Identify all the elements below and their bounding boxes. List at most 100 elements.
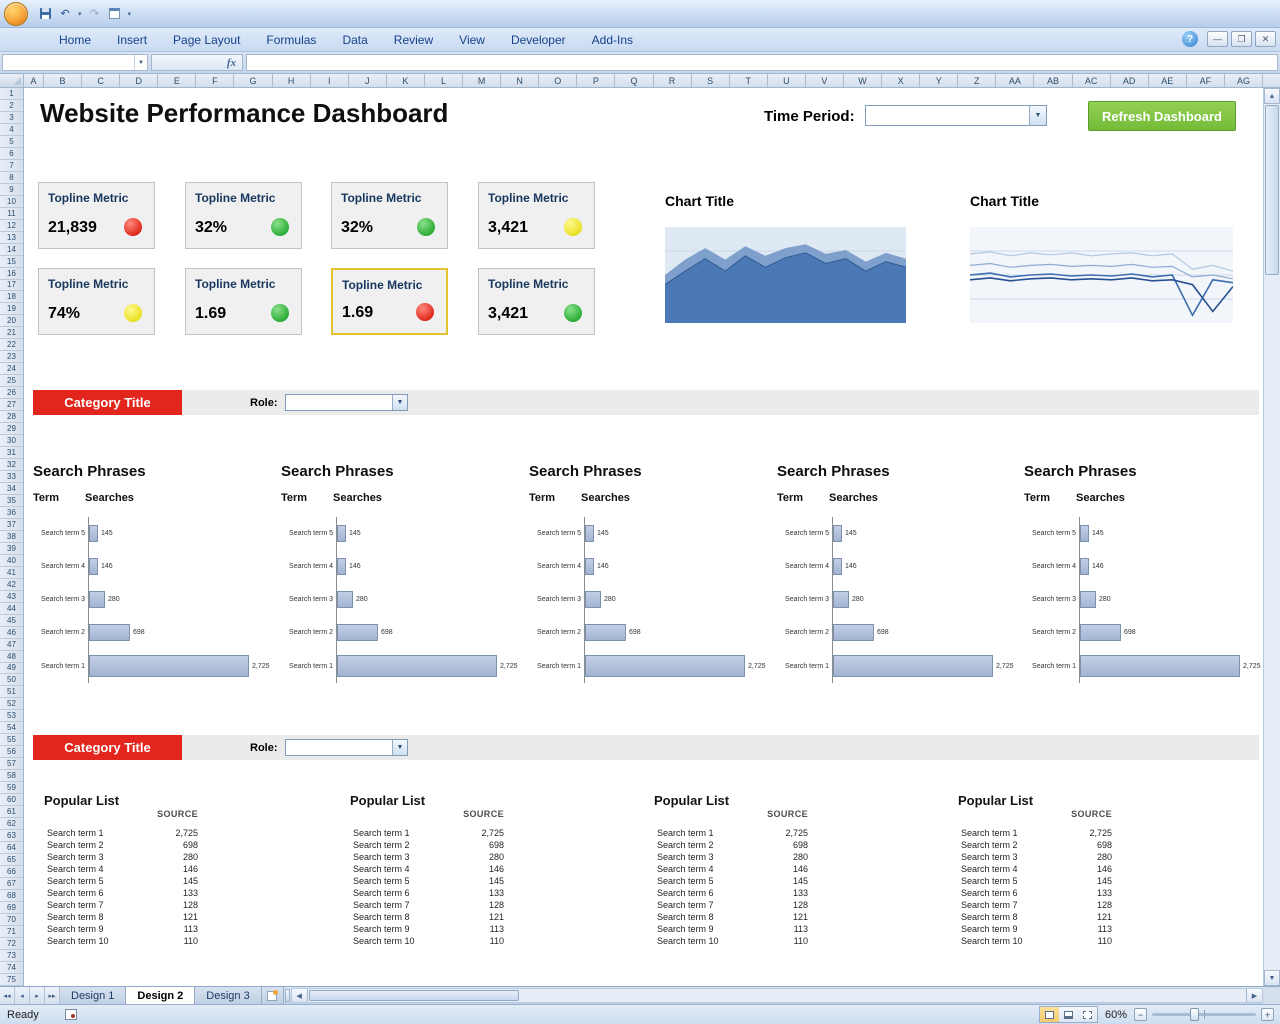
search-term-bar[interactable] [89, 591, 105, 608]
row-header[interactable]: 30 [0, 435, 23, 447]
row-header[interactable]: 44 [0, 603, 23, 615]
topline-metric-card[interactable]: Topline Metric32% [185, 182, 302, 249]
column-header[interactable]: B [44, 74, 82, 87]
column-header[interactable]: AB [1034, 74, 1072, 87]
record-macro-button[interactable] [65, 1009, 77, 1020]
row-header[interactable]: 6 [0, 148, 23, 160]
zoom-in-button[interactable]: + [1261, 1008, 1274, 1021]
previous-sheet-button[interactable]: ◂ [15, 987, 30, 1004]
row-header[interactable]: 34 [0, 483, 23, 495]
vertical-scrollbar[interactable]: ▲ ▼ [1263, 88, 1280, 986]
search-term-bar[interactable] [89, 624, 130, 641]
row-header[interactable]: 48 [0, 651, 23, 663]
row-header[interactable]: 51 [0, 686, 23, 698]
row-header[interactable]: 40 [0, 555, 23, 567]
refresh-dashboard-button[interactable]: Refresh Dashboard [1088, 101, 1236, 131]
topline-metric-card[interactable]: Topline Metric3,421 [478, 182, 595, 249]
row-header[interactable]: 10 [0, 196, 23, 208]
topline-metric-card[interactable]: Topline Metric1.69 [331, 268, 448, 335]
row-header[interactable]: 39 [0, 543, 23, 555]
ribbon-tab-data[interactable]: Data [329, 30, 380, 51]
row-header[interactable]: 47 [0, 639, 23, 651]
worksheet-button[interactable] [106, 5, 124, 23]
column-header[interactable]: J [349, 74, 387, 87]
zoom-level[interactable]: 60% [1105, 1009, 1127, 1021]
redo-button[interactable]: ↷ [86, 5, 104, 23]
page-layout-view-button[interactable] [1059, 1007, 1078, 1022]
search-term-bar[interactable] [833, 655, 993, 677]
row-header[interactable]: 18 [0, 291, 23, 303]
row-header[interactable]: 73 [0, 950, 23, 962]
column-header[interactable]: L [425, 74, 463, 87]
search-term-bar[interactable] [337, 624, 378, 641]
column-header[interactable]: R [654, 74, 692, 87]
office-button[interactable] [4, 2, 28, 26]
search-term-bar[interactable] [1080, 591, 1096, 608]
resize-grip[interactable] [1263, 987, 1280, 1004]
search-term-bar[interactable] [89, 525, 98, 542]
topline-metric-card[interactable]: Topline Metric32% [331, 182, 448, 249]
search-term-bar[interactable] [1080, 525, 1089, 542]
row-header[interactable]: 16 [0, 268, 23, 280]
row-header[interactable]: 12 [0, 220, 23, 232]
first-sheet-button[interactable]: ◂◂ [0, 987, 15, 1004]
ribbon-tab-home[interactable]: Home [46, 30, 104, 51]
column-header[interactable]: AD [1111, 74, 1149, 87]
column-header[interactable]: C [82, 74, 120, 87]
topline-metric-card[interactable]: Topline Metric3,421 [478, 268, 595, 335]
time-period-dropdown[interactable]: ▼ [865, 105, 1047, 126]
search-term-bar[interactable] [585, 525, 594, 542]
row-header[interactable]: 50 [0, 674, 23, 686]
close-button[interactable]: ✕ [1255, 31, 1276, 47]
last-sheet-button[interactable]: ▸▸ [45, 987, 60, 1004]
column-header[interactable]: X [882, 74, 920, 87]
sheet-tab-design-1[interactable]: Design 1 [60, 987, 126, 1004]
sheet-tab-design-2[interactable]: Design 2 [126, 987, 195, 1004]
row-header[interactable]: 75 [0, 974, 23, 986]
dropdown-arrow-icon[interactable]: ▼ [1029, 106, 1046, 125]
row-header[interactable]: 42 [0, 579, 23, 591]
ribbon-tab-add-ins[interactable]: Add-Ins [579, 30, 646, 51]
qat-customize-arrow-icon[interactable]: ▾ [126, 10, 134, 18]
scroll-up-button[interactable]: ▲ [1264, 88, 1280, 104]
row-header[interactable]: 49 [0, 663, 23, 675]
column-header[interactable]: K [387, 74, 425, 87]
row-header[interactable]: 17 [0, 280, 23, 292]
row-header[interactable]: 3 [0, 112, 23, 124]
column-header[interactable]: Z [958, 74, 996, 87]
row-header[interactable]: 23 [0, 351, 23, 363]
search-term-bar[interactable] [337, 558, 346, 575]
search-term-bar[interactable] [1080, 558, 1089, 575]
row-header[interactable]: 1 [0, 88, 23, 100]
help-button[interactable]: ? [1182, 31, 1198, 47]
search-term-bar[interactable] [833, 525, 842, 542]
row-header[interactable]: 67 [0, 878, 23, 890]
restore-button[interactable]: ❐ [1231, 31, 1252, 47]
row-header[interactable]: 69 [0, 902, 23, 914]
zoom-out-button[interactable]: − [1134, 1008, 1147, 1021]
row-header[interactable]: 70 [0, 914, 23, 926]
row-header[interactable]: 53 [0, 710, 23, 722]
row-header[interactable]: 37 [0, 519, 23, 531]
page-break-view-button[interactable] [1078, 1007, 1097, 1022]
row-header[interactable]: 54 [0, 722, 23, 734]
save-button[interactable] [36, 5, 54, 23]
search-term-bar[interactable] [585, 558, 594, 575]
row-header[interactable]: 72 [0, 938, 23, 950]
row-header[interactable]: 29 [0, 423, 23, 435]
column-header[interactable]: T [730, 74, 768, 87]
row-header[interactable]: 36 [0, 507, 23, 519]
name-box[interactable]: ▼ [2, 54, 148, 71]
row-header[interactable]: 61 [0, 806, 23, 818]
vertical-scroll-track[interactable] [1264, 276, 1280, 970]
next-sheet-button[interactable]: ▸ [30, 987, 45, 1004]
column-header[interactable]: A [24, 74, 44, 87]
row-header[interactable]: 27 [0, 399, 23, 411]
column-header[interactable]: D [120, 74, 158, 87]
row-header[interactable]: 41 [0, 567, 23, 579]
minimize-button[interactable]: — [1207, 31, 1228, 47]
row-header[interactable]: 15 [0, 256, 23, 268]
row-header[interactable]: 56 [0, 746, 23, 758]
row-header[interactable]: 43 [0, 591, 23, 603]
row-header[interactable]: 5 [0, 136, 23, 148]
